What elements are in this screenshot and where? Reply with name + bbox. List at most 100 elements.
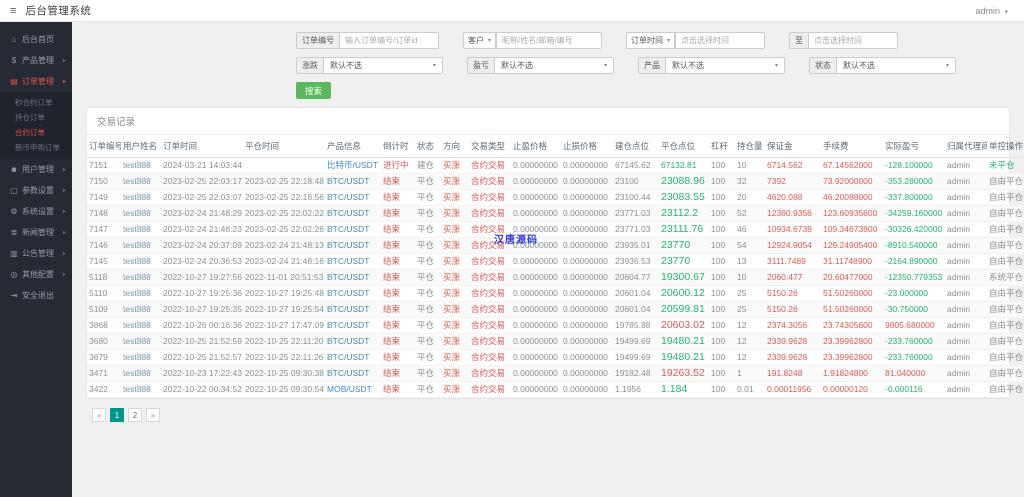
cell-product-link[interactable]: BTC/USDT <box>325 301 381 318</box>
sidebar-item-logout[interactable]: ⇥ 安全退出 <box>0 285 72 306</box>
cell-actual-profit: -0.000116 <box>883 381 945 398</box>
customer-input[interactable] <box>496 32 603 49</box>
pagination-next[interactable]: » <box>146 408 160 422</box>
sidebar-item-dashboard[interactable]: ⌂ 后台首页 <box>0 29 72 50</box>
cell-stop-loss-price: 0.00000000 <box>561 333 613 350</box>
sidebar-item-system[interactable]: ⚙ 系统设置 ▸ <box>0 201 72 222</box>
cell-user-name[interactable]: test888 <box>121 221 161 238</box>
sidebar-subitem-position-orders[interactable]: 持仓订单 <box>0 110 72 125</box>
cell-user-name[interactable]: test888 <box>121 365 161 382</box>
time-type-select[interactable]: 订单时间 ▾ <box>626 32 676 49</box>
cell-take-profit-price: 0.00000000 <box>511 365 561 382</box>
cell-open-time: 2023-02-24 21:48:29 <box>161 205 243 222</box>
cell-status: 平仓 <box>415 237 441 254</box>
sidebar-item-orders[interactable]: ▤ 订单管理 ▸ <box>0 71 72 92</box>
cell-order-id: 3679 <box>87 349 121 366</box>
column-header: 状态 <box>415 135 441 158</box>
cell-product-link[interactable]: BTC/USDT <box>325 285 381 302</box>
table-row: 5110 test888 2022-10-27 19:25:36 2022-10-27… <box>87 285 1023 302</box>
sidebar-item-news[interactable]: ≣ 新闻管理 ▸ <box>0 222 72 243</box>
sidebar-item-users[interactable]: ☻ 用户管理 ▸ <box>0 159 72 180</box>
cell-user-name[interactable]: test888 <box>121 189 161 206</box>
cell-user-name[interactable]: test888 <box>121 349 161 366</box>
cell-user-name[interactable]: test888 <box>121 381 161 398</box>
time-to-input[interactable] <box>808 32 899 49</box>
cell-open-point: 20601.04 <box>613 301 659 318</box>
cell-direction: 买涨 <box>441 301 469 318</box>
cell-direction: 买涨 <box>441 381 469 398</box>
cell-product-link[interactable]: BTC/USDT <box>325 221 381 238</box>
cell-leverage: 100 <box>709 221 735 238</box>
cell-product-link[interactable]: BTC/USDT <box>325 189 381 206</box>
cell-user-name[interactable]: test888 <box>121 333 161 350</box>
cell-user-name[interactable]: test888 <box>121 157 161 174</box>
user-menu[interactable]: admin ▾ <box>975 6 1008 16</box>
cell-product-link[interactable]: BTC/USDT <box>325 173 381 190</box>
cell-operation: 自由平仓 <box>987 301 1023 318</box>
sidebar-subitem-new-coin-subscribe-orders[interactable]: 新币申购订单 <box>0 140 72 155</box>
cell-close-time: 2023-02-24 21:48:13 <box>243 237 325 254</box>
table-row: 7149 test888 2023-02-25 22:03:07 2023-02-25… <box>87 189 1023 206</box>
table-row: 7150 test888 2023-02-25 22:03:17 2023-02-25… <box>87 173 1023 190</box>
cell-position-amount: 1 <box>735 365 765 382</box>
document-icon: ▢ <box>10 186 18 195</box>
product-value: 默认不选 <box>672 61 704 70</box>
customer-select[interactable]: 客户 ▾ <box>463 32 497 49</box>
cell-countdown: 结束 <box>381 301 415 318</box>
cell-close-time: 2022-10-27 17:47:09 <box>243 317 325 334</box>
sidebar-subitem-contract-orders[interactable]: 合约订单 <box>0 125 72 140</box>
cell-product-link[interactable]: BTC/USDT <box>325 365 381 382</box>
cell-user-name[interactable]: test888 <box>121 269 161 286</box>
order-no-input[interactable] <box>339 32 439 49</box>
chevron-down-icon: ▾ <box>488 38 492 44</box>
cell-user-name[interactable]: test888 <box>121 205 161 222</box>
cell-status: 平仓 <box>415 173 441 190</box>
pagination-prev[interactable]: « <box>92 408 106 422</box>
cell-margin: 3111.7489 <box>765 253 821 270</box>
cell-agent: admin <box>945 221 987 238</box>
cell-product-link[interactable]: BTC/USDT <box>325 269 381 286</box>
cell-product-link[interactable]: BTC/USDT <box>325 333 381 350</box>
sidebar-item-other-config[interactable]: ◎ 其他配置 ▸ <box>0 264 72 285</box>
cell-operation[interactable]: 未平仓 <box>987 157 1023 174</box>
cell-product-link[interactable]: BTC/USDT <box>325 205 381 222</box>
cell-close-point: 19480.21 <box>659 333 709 350</box>
cell-user-name[interactable]: test888 <box>121 317 161 334</box>
cell-product-link[interactable]: MOB/USDT <box>325 381 381 398</box>
user-name-label: admin <box>975 5 1000 16</box>
cell-open-point: 20601.04 <box>613 285 659 302</box>
cell-product-link[interactable]: 比特币/USDT <box>325 157 381 174</box>
status-select[interactable]: 默认不选 ▾ <box>836 57 956 74</box>
cell-status: 平仓 <box>415 317 441 334</box>
product-select[interactable]: 默认不选 ▾ <box>665 57 785 74</box>
cell-stop-loss-price: 0.00000000 <box>561 381 613 398</box>
cell-position-amount: 52 <box>735 205 765 222</box>
updown-select[interactable]: 默认不选 ▾ <box>323 57 443 74</box>
cell-product-link[interactable]: BTC/USDT <box>325 317 381 334</box>
cell-user-name[interactable]: test888 <box>121 285 161 302</box>
sidebar-item-params[interactable]: ▢ 参数设置 ▸ <box>0 180 72 201</box>
cell-user-name[interactable]: test888 <box>121 301 161 318</box>
column-header: 交易类型 <box>469 135 511 158</box>
customer-group: 客户 ▾ <box>463 32 603 49</box>
cell-user-name[interactable]: test888 <box>121 253 161 270</box>
cell-status: 建仓 <box>415 157 441 174</box>
cell-user-name[interactable]: test888 <box>121 237 161 254</box>
cell-product-link[interactable]: BTC/USDT <box>325 237 381 254</box>
pagination-page-2[interactable]: 2 <box>128 408 142 422</box>
sidebar-item-notice[interactable]: ▥ 公告管理 ▸ <box>0 243 72 264</box>
cell-product-link[interactable]: BTC/USDT <box>325 253 381 270</box>
sidebar-item-products[interactable]: $ 产品管理 ▸ <box>0 50 72 71</box>
cell-product-link[interactable]: BTC/USDT <box>325 349 381 366</box>
cell-margin: 2339.9628 <box>765 349 821 366</box>
pagination-page-1[interactable]: 1 <box>110 408 124 422</box>
cell-close-time: 2022-10-25 09:30:54 <box>243 381 325 398</box>
search-button[interactable]: 搜索 <box>296 82 332 99</box>
hamburger-icon[interactable]: ≡ <box>10 5 16 17</box>
sidebar-subitem-seconds-contract-orders[interactable]: 秒合约订单 <box>0 95 72 110</box>
time-from-input[interactable] <box>675 32 766 49</box>
sidebar-item-label: 安全退出 <box>22 291 54 300</box>
pnl-select[interactable]: 默认不选 ▾ <box>494 57 614 74</box>
cell-user-name[interactable]: test888 <box>121 173 161 190</box>
pnl-group: 盈亏 默认不选 ▾ <box>467 57 614 74</box>
